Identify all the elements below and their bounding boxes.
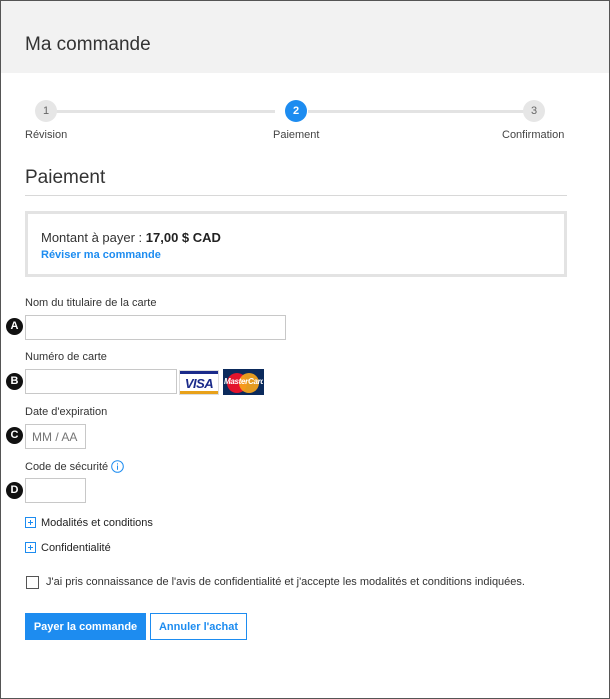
visa-stripe-bottom [180,391,218,394]
cancel-purchase-button[interactable]: Annuler l'achat [150,613,247,640]
amount-label: Montant à payer : [41,230,146,245]
stepper-line-2 [308,110,525,113]
card-number-input[interactable] [25,369,177,394]
step-3-circle: 3 [523,100,545,122]
step-2-label: Paiement [273,129,320,141]
marker-a: A [6,318,23,335]
cardholder-label: Nom du titulaire de la carte [25,297,157,309]
visa-logo-icon: VISA [179,370,219,395]
privacy-toggle-label: Confidentialité [41,542,111,554]
marker-b: B [6,373,23,390]
step-2-circle: 2 [285,100,307,122]
marker-c: C [6,427,23,444]
checkout-stepper: 1 2 3 Révision Paiement Confirmation [1,98,609,148]
stepper-line-1 [47,110,275,113]
terms-toggle-label: Modalités et conditions [41,517,153,529]
plus-square-icon [25,541,36,553]
security-code-input[interactable] [25,478,86,503]
card-number-label: Numéro de carte [25,351,107,363]
visa-logo-text: VISA [184,376,214,391]
visa-stripe-top [180,371,218,374]
mastercard-logo-text: MasterCard [224,377,264,386]
pay-order-button[interactable]: Payer la commande [25,613,146,640]
amount-line: Montant à payer : 17,00 $ CAD [41,230,221,245]
info-circle-icon[interactable] [111,460,124,473]
step-1-label: Révision [25,129,68,141]
expiry-input[interactable] [25,424,86,449]
consent-text: J'ai pris connaissance de l'avis de conf… [46,576,525,588]
section-title: Paiement [25,167,106,188]
mastercard-logo-icon: MasterCard [223,369,264,395]
review-order-link[interactable]: Réviser ma commande [41,249,161,261]
plus-square-icon [25,516,36,528]
privacy-toggle[interactable]: Confidentialité [25,541,111,554]
security-code-label: Code de sécurité [25,461,109,473]
amount-summary-box: Montant à payer : 17,00 $ CAD Réviser ma… [25,211,567,277]
cardholder-input[interactable] [25,315,286,340]
terms-toggle[interactable]: Modalités et conditions [25,516,153,529]
order-window: Ma commande 1 2 3 Révision Paiement Conf… [0,0,610,699]
step-1-circle: 1 [35,100,57,122]
consent-checkbox[interactable] [26,576,39,589]
page-title: Ma commande [25,34,151,55]
step-3-label: Confirmation [502,129,565,141]
amount-value: 17,00 $ CAD [145,230,221,245]
marker-d: D [6,482,23,499]
page-header: Ma commande [1,1,609,73]
expiry-label: Date d'expiration [25,406,108,418]
section-divider [25,195,567,196]
